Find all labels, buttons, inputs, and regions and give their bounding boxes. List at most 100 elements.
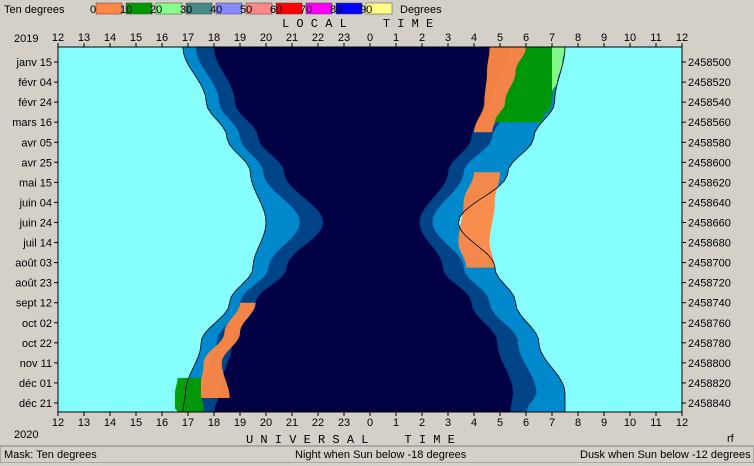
local-time-title: L O C A L T I M E (282, 17, 433, 31)
top-tick-label: 3 (445, 32, 451, 44)
units-label: Degrees (400, 4, 442, 16)
bottom-tick-label: 7 (549, 417, 555, 429)
moon-band-5 (175, 377, 204, 412)
legend-label-60: 60 (270, 4, 282, 16)
bottom-tick-label: 15 (130, 417, 142, 429)
jd-label: 2458840 (688, 398, 731, 410)
legend-label-10: 10 (120, 4, 132, 16)
jd-label: 2458600 (688, 157, 731, 169)
year-top: 2019 (14, 33, 38, 45)
date-label: juil 14 (22, 238, 52, 250)
bottom-tick-label: 12 (676, 417, 688, 429)
bottom-tick-label: 2 (419, 417, 425, 429)
date-label: avr 25 (21, 157, 52, 169)
bottom-tick-label: 21 (286, 417, 298, 429)
status-dusk: Dusk when Sun below -12 degrees (580, 449, 751, 461)
date-label: avr 05 (21, 137, 52, 149)
bottom-tick-label: 9 (601, 417, 607, 429)
night-sky-chart: Ten degrees 0 10 20 30 40 50 60 70 80 90 Degrees … (0, 0, 754, 464)
top-tick-label: 22 (312, 32, 324, 44)
top-tick-label: 19 (234, 32, 246, 44)
bottom-tick-label: 19 (234, 417, 246, 429)
visibility-window: Ten degrees 0 10 20 30 40 50 60 70 80 90 Degrees … (0, 0, 754, 464)
date-label: nov 11 (20, 358, 52, 370)
top-tick-label: 4 (471, 32, 477, 44)
legend-label-80: 80 (330, 4, 342, 16)
top-tick-label: 10 (624, 32, 636, 44)
universal-time-title: U N I V E R S A L T I M E (246, 433, 455, 447)
top-tick-label: 15 (130, 32, 142, 44)
bottom-tick-label: 20 (260, 417, 272, 429)
top-tick-label: 0 (367, 32, 373, 44)
date-label: oct 22 (22, 338, 52, 350)
date-label: déc 01 (19, 378, 52, 390)
top-tick-label: 8 (575, 32, 581, 44)
legend-label-90: 90 (360, 4, 372, 16)
bottom-tick-label: 14 (104, 417, 116, 429)
bottom-tick-label: 23 (338, 417, 350, 429)
top-tick-label: 13 (78, 32, 90, 44)
color-legend: 0 10 20 30 40 50 60 70 80 90 (90, 2, 393, 16)
top-tick-label: 11 (650, 32, 661, 44)
jd-label: 2458640 (688, 197, 731, 209)
jd-label: 2458780 (688, 338, 731, 350)
mask-label: Ten degrees (4, 4, 65, 16)
bottom-tick-label: 22 (312, 417, 324, 429)
top-tick-label: 6 (523, 32, 529, 44)
bottom-tick-label: 11 (650, 417, 661, 429)
top-tick-label: 23 (338, 32, 350, 44)
jd-label: 2458500 (688, 57, 731, 69)
top-tick-label: 18 (208, 32, 220, 44)
jd-label: 2458700 (688, 258, 731, 270)
legend-label-50: 50 (240, 4, 252, 16)
jd-label: 2458800 (688, 358, 731, 370)
date-label: mars 16 (12, 117, 52, 129)
date-label: sept 12 (16, 298, 52, 310)
legend-label-20: 20 (150, 4, 162, 16)
bottom-tick-label: 16 (156, 417, 168, 429)
top-tick-label: 20 (260, 32, 272, 44)
universal-time-axis: 12 13 14 15 16 17 18 19 20 21 22 23 0 1 2 3 4 5 6 7 8 9 10 11 12 (52, 412, 688, 429)
top-tick-label: 12 (676, 32, 688, 44)
legend-label-70: 70 (300, 4, 312, 16)
top-tick-label: 14 (104, 32, 116, 44)
legend-swatch-0 (95, 2, 123, 15)
top-tick-label: 12 (52, 32, 64, 44)
date-label: oct 02 (22, 318, 52, 330)
jd-label: 2458680 (688, 238, 731, 250)
date-label: août 03 (15, 258, 52, 270)
date-label: août 23 (15, 278, 52, 290)
top-tick-label: 21 (286, 32, 298, 44)
jd-label: 2458740 (688, 298, 731, 310)
status-night: Night when Sun below -18 degrees (295, 449, 467, 461)
bottom-tick-label: 8 (575, 417, 581, 429)
top-tick-label: 7 (549, 32, 555, 44)
date-axis: janv 15 févr 04 févr 24 mars 16 avr 05 avr 25… (12, 57, 58, 410)
bottom-tick-label: 0 (367, 417, 373, 429)
date-label: févr 04 (18, 77, 52, 89)
legend-label-0: 0 (90, 4, 96, 16)
jd-label: 2458660 (688, 217, 731, 229)
bottom-tick-label: 4 (471, 417, 477, 429)
bottom-tick-label: 5 (497, 417, 503, 429)
top-tick-label: 17 (182, 32, 194, 44)
year-bottom: 2020 (14, 429, 38, 441)
bottom-tick-label: 13 (78, 417, 90, 429)
date-label: févr 24 (18, 97, 52, 109)
top-tick-label: 9 (601, 32, 607, 44)
bottom-tick-label: 3 (445, 417, 451, 429)
jd-label: 2458760 (688, 318, 731, 330)
corner-mark: rf (727, 433, 735, 445)
status-mask: Mask: Ten degrees (4, 449, 97, 461)
top-tick-label: 2 (419, 32, 425, 44)
plot-area (57, 46, 683, 413)
jd-label: 2458560 (688, 117, 731, 129)
date-label: déc 21 (19, 398, 52, 410)
date-label: janv 15 (16, 57, 52, 69)
jd-label: 2458720 (688, 278, 731, 290)
jd-label: 2458620 (688, 177, 731, 189)
top-tick-label: 16 (156, 32, 168, 44)
jd-label: 2458580 (688, 137, 731, 149)
bottom-tick-label: 6 (523, 417, 529, 429)
date-label: mai 15 (19, 177, 52, 189)
